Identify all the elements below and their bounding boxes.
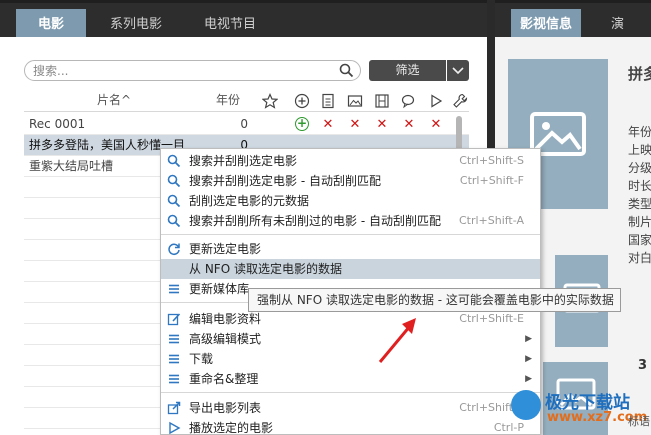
field-label: 时长 — [628, 179, 651, 193]
field-label: 上映 — [628, 143, 651, 157]
filter-dropdown-button[interactable] — [447, 60, 469, 81]
search-icon — [167, 174, 181, 188]
menu-item-shortcut: Ctrl+Shift-A — [458, 214, 524, 227]
field-label: 制片 — [628, 215, 651, 229]
refresh-icon — [168, 243, 180, 256]
movie-title: Rec 0001 — [29, 117, 86, 131]
list-icon — [169, 284, 179, 294]
field-label: 类型 — [628, 197, 651, 211]
play-icon — [169, 421, 181, 435]
menu-item-shortcut: Ctrl+Shift-S — [459, 154, 524, 167]
menu-item-play-selected[interactable]: 播放选定的电影 Ctrl-P — [161, 418, 540, 435]
watermark-tail: 标语 — [628, 415, 650, 428]
add-circle-icon[interactable] — [294, 93, 310, 109]
search-box — [24, 60, 361, 81]
document-icon[interactable] — [320, 93, 336, 109]
missing-x-icon: ✕ — [376, 117, 388, 132]
column-header-title[interactable]: 片名^ — [24, 89, 204, 112]
menu-item-scrape-all-unscraped[interactable]: 搜索并刮削所有未刮削过的电影 - 自动刮削匹配 Ctrl+Shift-A — [161, 211, 540, 231]
watermark: 极光下载站 www.xz7.com 标语 — [511, 386, 651, 435]
search-icon[interactable] — [339, 63, 354, 81]
table-header: 片名^ 年份 — [24, 89, 469, 112]
menu-item-label: 下载 — [189, 352, 214, 366]
menu-item-label: 重命名&整理 — [189, 372, 259, 386]
movie-title: 重紫大结局吐槽 — [29, 159, 114, 173]
tab-movies[interactable]: 电影 — [16, 9, 86, 47]
not-scraped-add-icon: + — [295, 116, 309, 131]
menu-item-label: 播放选定的电影 — [189, 421, 274, 435]
movie-detail-title: 拼多 — [628, 65, 651, 83]
menu-item-label: 更新选定电影 — [189, 242, 262, 256]
field-label: 国家 — [628, 233, 651, 247]
tab-tv-shows[interactable]: 电视节目 — [190, 9, 270, 40]
menu-item-label: 搜索并刮削所有未刮削过的电影 - 自动刮削匹配 — [189, 214, 441, 228]
column-header-year[interactable]: 年份 — [204, 89, 252, 112]
tooltip: 强制从 NFO 读取选定电影的数据 - 这可能会覆盖电影中的实际数据 — [248, 288, 621, 312]
annotation-arrow-icon — [378, 318, 416, 363]
tab-cast[interactable]: 演 — [597, 9, 651, 40]
menu-item-shortcut: Ctrl+Shift-F — [459, 174, 524, 187]
field-label: 年份 — [628, 125, 651, 139]
menu-item-advanced-edit[interactable]: 高级编辑模式 ▶ — [161, 329, 540, 349]
rating-value: 3 — [638, 358, 648, 373]
menu-separator — [161, 392, 540, 393]
menu-item-label: 导出电影列表 — [189, 401, 262, 415]
menu-item-label: 更新媒体库 — [189, 282, 250, 296]
menu-item-export-list[interactable]: 导出电影列表 Ctrl+Shift-X — [161, 398, 540, 418]
search-icon — [167, 214, 181, 228]
star-icon[interactable] — [262, 93, 278, 109]
play-icon[interactable] — [428, 93, 444, 109]
film-icon[interactable] — [374, 93, 390, 109]
menu-item-search-scrape-auto[interactable]: 搜索并刮削选定电影 - 自动刮削匹配 Ctrl+Shift-F — [161, 171, 540, 191]
menu-item-rename-organize[interactable]: 重命名&整理 ▶ — [161, 369, 540, 389]
menu-item-edit-movie[interactable]: 编辑电影资料 Ctrl+Shift-E — [161, 309, 540, 329]
field-label: 对白 — [628, 251, 651, 265]
missing-x-icon: ✕ — [322, 117, 334, 132]
top-tab-bar: 电影 系列电影 电视节目 影视信息 演 — [0, 0, 651, 47]
filter-button[interactable]: 筛选 — [369, 60, 446, 81]
search-icon — [167, 154, 181, 168]
edit-icon — [167, 313, 181, 326]
missing-x-icon: ✕ — [349, 117, 361, 132]
search-icon — [167, 194, 181, 208]
submenu-arrow-icon: ▶ — [525, 354, 532, 364]
submenu-arrow-icon: ▶ — [525, 334, 532, 344]
menu-item-label: 刮削选定电影的元数据 — [189, 194, 310, 208]
menu-item-label: 搜索并刮削选定电影 - 自动刮削匹配 — [189, 174, 381, 188]
menu-item-scrape-metadata[interactable]: 刮削选定电影的元数据 — [161, 191, 540, 211]
field-label: 分级 — [628, 161, 651, 175]
watermark-logo-icon — [511, 390, 541, 420]
list-icon — [169, 354, 179, 364]
menu-item-shortcut: Ctrl+Shift-E — [459, 312, 524, 325]
menu-item-label: 编辑电影资料 — [189, 312, 262, 326]
menu-item-search-scrape[interactable]: 搜索并刮削选定电影 Ctrl+Shift-S — [161, 151, 540, 171]
menu-item-label: 从 NFO 读取选定电影的数据 — [189, 262, 342, 276]
table-row[interactable]: Rec 0001 0 + ✕ ✕ ✕ ✕ ✕ — [24, 114, 469, 135]
tab-movie-sets[interactable]: 系列电影 — [96, 9, 176, 40]
menu-separator — [161, 234, 540, 235]
menu-item-label: 高级编辑模式 — [189, 332, 262, 346]
list-icon — [169, 334, 179, 344]
menu-item-update-selected[interactable]: 更新选定电影 — [161, 239, 540, 259]
menu-item-label: 搜索并刮削选定电影 — [189, 154, 298, 168]
search-input[interactable] — [33, 63, 333, 78]
export-icon — [167, 401, 181, 415]
missing-x-icon: ✕ — [403, 117, 415, 132]
movie-year: 0 — [240, 117, 248, 131]
wrench-icon[interactable] — [452, 93, 468, 109]
tab-movie-info[interactable]: 影视信息 — [511, 9, 581, 47]
list-icon — [169, 374, 179, 384]
missing-x-icon: ✕ — [430, 117, 442, 132]
chevron-down-icon — [452, 67, 464, 75]
image-icon[interactable] — [347, 93, 363, 109]
menu-item-download[interactable]: 下载 ▶ — [161, 349, 540, 369]
subtitle-icon[interactable] — [401, 93, 417, 109]
menu-item-read-nfo[interactable]: 从 NFO 读取选定电影的数据 — [161, 259, 540, 279]
